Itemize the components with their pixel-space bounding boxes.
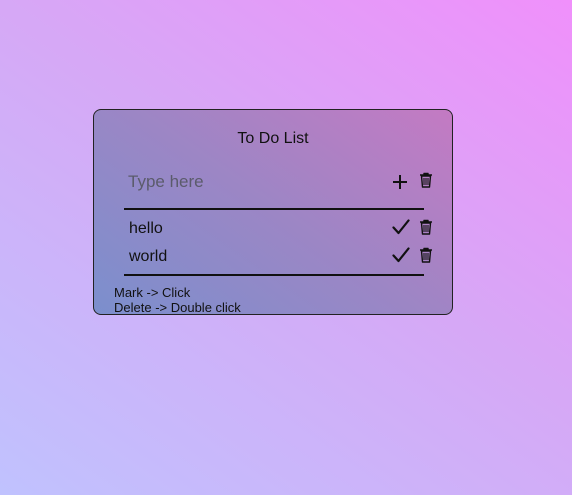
trash-icon[interactable] bbox=[419, 219, 433, 235]
item-label: hello bbox=[129, 220, 163, 237]
list-item[interactable]: world bbox=[124, 244, 432, 268]
task-input[interactable] bbox=[128, 170, 378, 194]
help-mark-line: Mark -> Click bbox=[114, 285, 191, 300]
check-icon[interactable] bbox=[392, 247, 410, 263]
input-row bbox=[124, 166, 432, 210]
add-icon[interactable] bbox=[393, 175, 407, 189]
help-text: Mark -> Click Delete -> Double click bbox=[114, 285, 241, 315]
clear-all-trash-icon[interactable] bbox=[419, 172, 433, 188]
item-label: world bbox=[129, 248, 168, 265]
check-icon[interactable] bbox=[392, 219, 410, 235]
todo-card: To Do List hello world bbox=[93, 109, 453, 315]
help-delete-line: Delete -> Double click bbox=[114, 300, 241, 315]
list-item[interactable]: hello bbox=[124, 216, 432, 240]
app-title: To Do List bbox=[237, 130, 309, 147]
todo-list: hello world bbox=[124, 212, 432, 276]
trash-icon[interactable] bbox=[419, 247, 433, 263]
